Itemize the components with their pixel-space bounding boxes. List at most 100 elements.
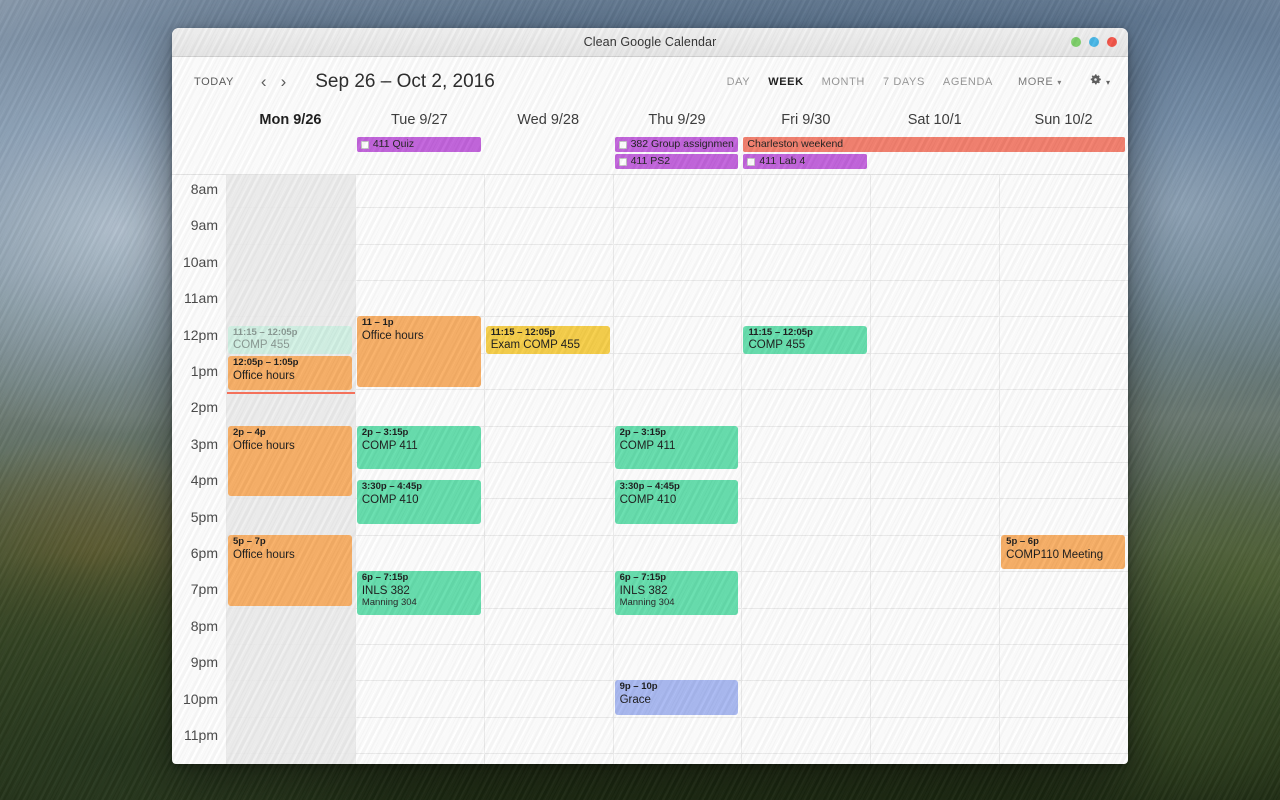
hour-gridline <box>1000 753 1128 754</box>
window-title: Clean Google Calendar <box>584 35 717 49</box>
day-column-3[interactable]: 2p – 3:15pCOMP 411 3:30p – 4:45pCOMP 410 6… <box>613 175 742 764</box>
hour-gridline <box>1000 571 1128 572</box>
hour-gridline <box>871 680 999 681</box>
day-column-0[interactable]: 11:15 – 12:05pCOMP 45512:05p – 1:05pOffi… <box>226 175 355 764</box>
hour-gridline <box>485 426 613 427</box>
hour-gridline <box>485 535 613 536</box>
view-tab-month[interactable]: MONTH <box>813 71 874 93</box>
event-checkbox-icon[interactable] <box>619 141 627 149</box>
hour-gridlines <box>485 175 613 764</box>
view-tab-week[interactable]: WEEK <box>759 71 812 93</box>
all-day-event-label: 411 Lab 4 <box>759 156 805 167</box>
all-day-event-label: 411 Quiz <box>373 139 414 150</box>
close-button[interactable] <box>1107 37 1117 47</box>
hour-gridline <box>871 353 999 354</box>
calendar-event[interactable]: 5p – 6pCOMP110 Meeting <box>1001 535 1125 569</box>
all-day-event[interactable]: 411 Lab 4 <box>743 154 867 169</box>
event-title: COMP 411 <box>362 440 477 453</box>
view-tab-7-days[interactable]: 7 DAYS <box>874 71 934 93</box>
event-checkbox-icon[interactable] <box>747 158 755 166</box>
window-controls <box>1071 37 1117 47</box>
calendar-event[interactable]: 2p – 3:15pCOMP 411 <box>357 426 481 470</box>
time-grid-scroll[interactable]: 8am9am10am11am12pm1pm2pm3pm4pm5pm6pm7pm8… <box>172 174 1128 764</box>
day-column-4[interactable]: 11:15 – 12:05pCOMP 455 <box>741 175 870 764</box>
calendar-event[interactable]: 6p – 7:15pINLS 382Manning 304 <box>615 571 739 615</box>
all-day-event[interactable]: Charleston weekend <box>743 137 1125 152</box>
settings-button[interactable]: ▾ <box>1088 72 1110 92</box>
day-header-row: Mon 9/26Tue 9/27Wed 9/28Thu 9/29Fri 9/30… <box>172 107 1128 136</box>
event-checkbox-icon[interactable] <box>361 141 369 149</box>
hour-gridline <box>485 571 613 572</box>
hour-gridline <box>614 353 742 354</box>
time-grid: 8am9am10am11am12pm1pm2pm3pm4pm5pm6pm7pm8… <box>172 175 1128 764</box>
day-column-5[interactable] <box>870 175 999 764</box>
calendar-event[interactable]: 9p – 10pGrace <box>615 680 739 714</box>
view-tab-day[interactable]: DAY <box>718 71 760 93</box>
minimize-button[interactable] <box>1071 37 1081 47</box>
day-heading-2[interactable]: Wed 9/28 <box>484 107 613 136</box>
calendar-event[interactable]: 5p – 7pOffice hours <box>228 535 352 606</box>
day-column-1[interactable]: 11 – 1pOffice hours 2p – 3:15pCOMP 411 3:3… <box>355 175 484 764</box>
day-heading-1[interactable]: Tue 9/27 <box>355 107 484 136</box>
event-time: 9p – 10p <box>620 682 735 693</box>
gutter-spacer-header <box>172 107 226 136</box>
calendar-event[interactable]: 3:30p – 4:45pCOMP 410 <box>615 480 739 524</box>
hour-gridline <box>227 280 355 281</box>
all-day-cell-0[interactable] <box>226 136 355 174</box>
hour-gridline <box>227 207 355 208</box>
chevron-right-icon[interactable]: › <box>274 73 294 90</box>
day-heading-4[interactable]: Fri 9/30 <box>741 107 870 136</box>
chevron-left-icon[interactable]: ‹ <box>254 73 274 90</box>
calendar-event[interactable]: 11:15 – 12:05pExam COMP 455 <box>486 326 610 354</box>
calendar-event[interactable]: 2p – 4pOffice hours <box>228 426 352 497</box>
day-heading-0[interactable]: Mon 9/26 <box>226 107 355 136</box>
hour-gridline <box>485 644 613 645</box>
calendar-event[interactable]: 2p – 3:15pCOMP 411 <box>615 426 739 470</box>
all-day-cell-2[interactable] <box>484 136 613 174</box>
hour-gridline <box>227 498 355 499</box>
calendar-event[interactable]: 12:05p – 1:05pOffice hours <box>228 356 352 390</box>
hour-gridlines <box>614 175 742 764</box>
day-column-2[interactable]: 11:15 – 12:05pExam COMP 455 <box>484 175 613 764</box>
all-day-event[interactable]: 382 Group assignment <box>615 137 739 152</box>
view-tab-agenda[interactable]: AGENDA <box>934 71 1002 93</box>
calendar-toolbar: TODAY ‹ › Sep 26 – Oct 2, 2016 DAYWEEKMO… <box>172 57 1128 107</box>
day-heading-6[interactable]: Sun 10/2 <box>999 107 1128 136</box>
time-label-5: 1pm <box>191 363 218 379</box>
all-day-event-label: 411 PS2 <box>631 156 671 167</box>
today-button[interactable]: TODAY <box>188 72 240 92</box>
calendar-event[interactable]: 6p – 7:15pINLS 382Manning 304 <box>357 571 481 615</box>
calendar-event[interactable]: 11:15 – 12:05pCOMP 455 <box>228 326 352 354</box>
hour-gridline <box>742 316 870 317</box>
hour-gridline <box>1000 426 1128 427</box>
hour-gridline <box>485 280 613 281</box>
all-day-grid: 411 Quiz 382 Group assignment Charleston w… <box>226 136 1128 174</box>
event-time: 12:05p – 1:05p <box>233 358 348 369</box>
event-time: 5p – 6p <box>1006 537 1121 548</box>
event-checkbox-icon[interactable] <box>619 158 627 166</box>
event-time: 3:30p – 4:45p <box>362 482 477 493</box>
calendar-event[interactable]: 3:30p – 4:45pCOMP 410 <box>357 480 481 524</box>
hour-gridline <box>742 389 870 390</box>
hour-gridline <box>614 207 742 208</box>
hour-gridline <box>356 535 484 536</box>
all-day-event[interactable]: 411 PS2 <box>615 154 739 169</box>
time-label-14: 10pm <box>183 691 218 707</box>
zoom-button[interactable] <box>1089 37 1099 47</box>
more-menu-button[interactable]: MORE ▾ <box>1002 71 1068 93</box>
hour-gridline <box>742 571 870 572</box>
calendar-event[interactable]: 11 – 1pOffice hours <box>357 316 481 387</box>
event-title: Office hours <box>233 440 348 453</box>
day-heading-5[interactable]: Sat 10/1 <box>870 107 999 136</box>
day-heading-3[interactable]: Thu 9/29 <box>613 107 742 136</box>
hour-gridline <box>1000 717 1128 718</box>
all-day-row: 411 Quiz 382 Group assignment Charleston w… <box>172 136 1128 174</box>
hour-gridline <box>1000 353 1128 354</box>
calendar-view: Mon 9/26Tue 9/27Wed 9/28Thu 9/29Fri 9/30… <box>172 107 1128 764</box>
all-day-event[interactable]: 411 Quiz <box>357 137 481 152</box>
day-column-6[interactable]: 5p – 6pCOMP110 Meeting <box>999 175 1128 764</box>
date-range-title: Sep 26 – Oct 2, 2016 <box>315 71 495 93</box>
event-title: INLS 382 <box>620 585 735 598</box>
event-time: 2p – 3:15p <box>620 428 735 439</box>
calendar-event[interactable]: 11:15 – 12:05pCOMP 455 <box>743 326 867 354</box>
